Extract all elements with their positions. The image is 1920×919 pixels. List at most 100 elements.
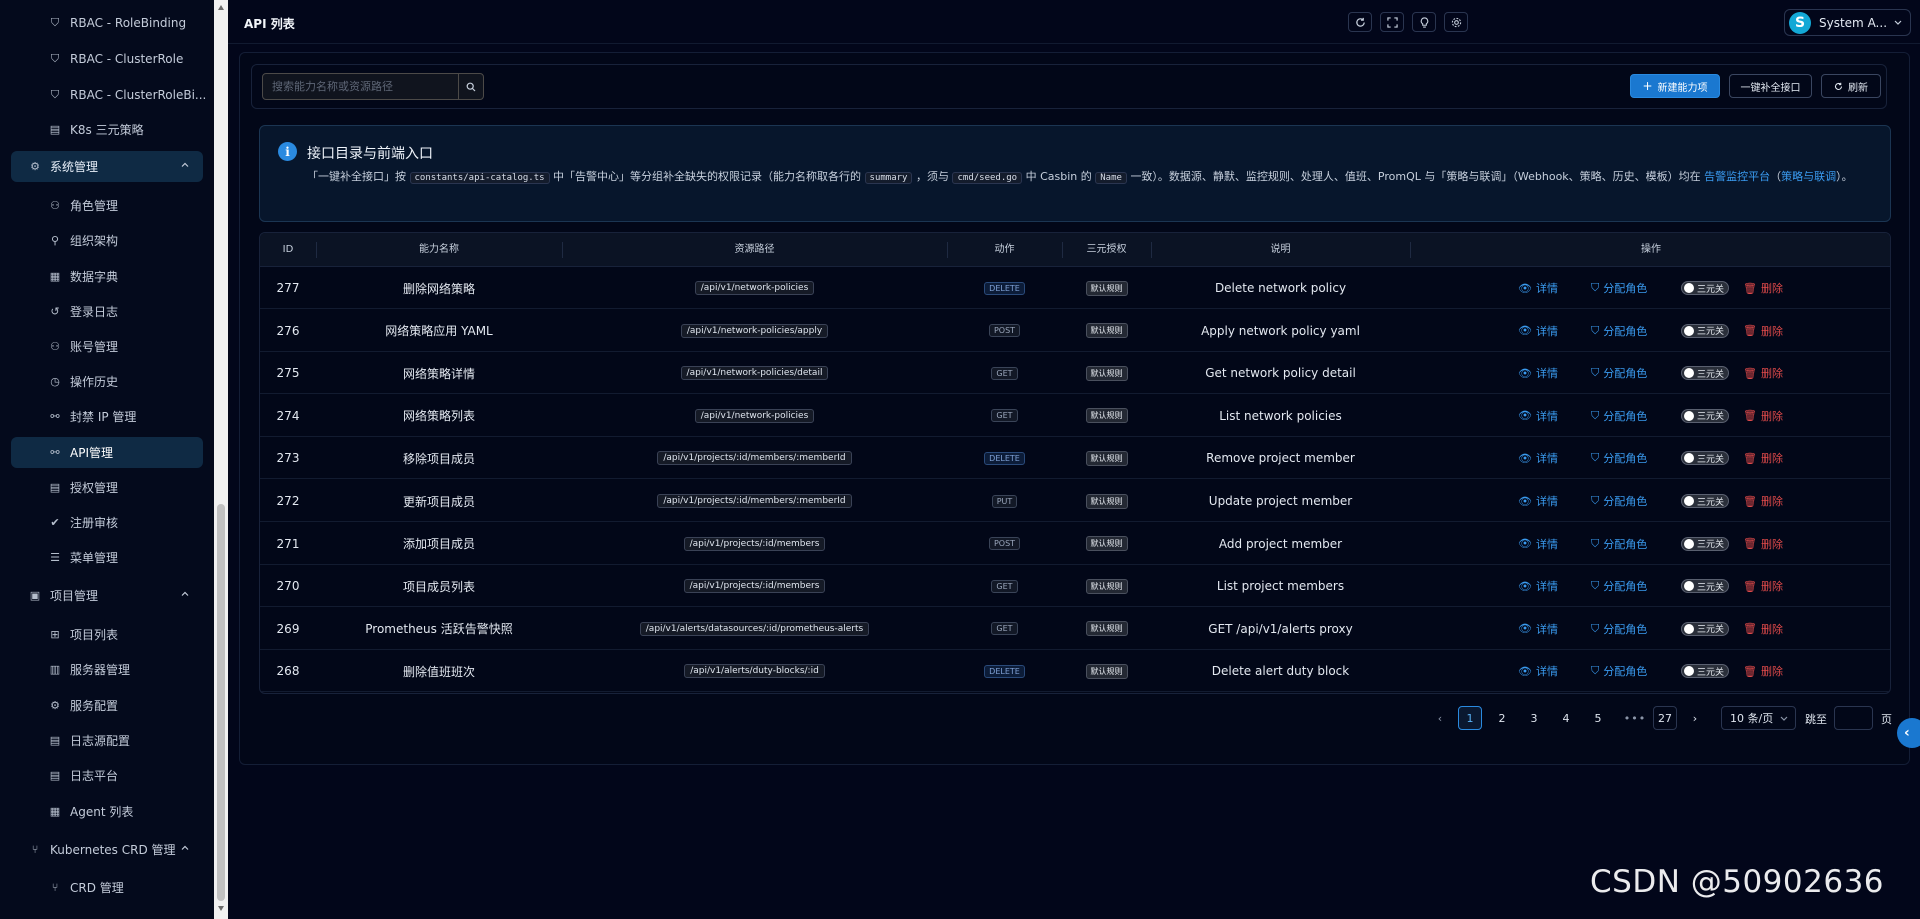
delete-link[interactable]: 🗑 删除: [1743, 663, 1783, 679]
sidebar-item-7[interactable]: ▦ 数据字典: [11, 261, 203, 292]
chevron-up-icon[interactable]: [181, 590, 189, 598]
delete-link[interactable]: 🗑 删除: [1743, 621, 1783, 637]
assign-role-link[interactable]: ⛉ 分配角色: [1591, 536, 1647, 552]
sidebar-item-22[interactable]: ▦ Agent 列表: [11, 796, 203, 827]
sidebar-item-4[interactable]: ⚙ 系统管理: [11, 151, 203, 182]
detail-link[interactable]: 👁 详情: [1518, 493, 1558, 509]
page-number[interactable]: 2: [1490, 706, 1514, 730]
triple-auth-toggle[interactable]: 三元关: [1681, 281, 1729, 295]
detail-link[interactable]: 👁 详情: [1518, 578, 1558, 594]
sidebar-item-8[interactable]: ↺ 登录日志: [11, 296, 203, 327]
sidebar-item-12[interactable]: ⚯ API管理: [11, 437, 203, 468]
delete-link[interactable]: 🗑 删除: [1743, 578, 1783, 594]
sidebar-item-5[interactable]: ⚇ 角色管理: [11, 190, 203, 221]
assign-role-link[interactable]: ⛉ 分配角色: [1591, 408, 1647, 424]
assign-role-link[interactable]: ⛉ 分配角色: [1591, 323, 1647, 339]
sidebar-item-23[interactable]: ⑂ Kubernetes CRD 管理: [11, 834, 203, 865]
lightbulb-icon[interactable]: [1412, 12, 1436, 32]
page-number[interactable]: 4: [1554, 706, 1578, 730]
detail-link[interactable]: 👁 详情: [1518, 365, 1558, 381]
sidebar-item-20[interactable]: ▤ 日志源配置: [11, 725, 203, 756]
scroll-down-arrow-icon[interactable]: [218, 906, 224, 911]
sidebar-item-11[interactable]: ⚯ 封禁 IP 管理: [11, 401, 203, 432]
policy-debug-link[interactable]: 策略与联调: [1781, 170, 1836, 183]
triple-auth-toggle[interactable]: 三元关: [1681, 451, 1729, 466]
alert-platform-link[interactable]: 告警监控平台: [1704, 170, 1770, 183]
cell-id: 269: [276, 621, 300, 636]
triple-auth-toggle[interactable]: 三元关: [1681, 621, 1729, 636]
detail-link[interactable]: 👁 详情: [1518, 280, 1558, 296]
sidebar-item-13[interactable]: ▤ 授权管理: [11, 472, 203, 503]
assign-role-link[interactable]: ⛉ 分配角色: [1591, 663, 1647, 679]
scroll-up-arrow-icon[interactable]: [218, 5, 224, 10]
assign-role-link[interactable]: ⛉ 分配角色: [1591, 493, 1647, 509]
pagination-ellipsis[interactable]: •••: [1623, 706, 1647, 730]
sidebar-item-9[interactable]: ⚇ 账号管理: [11, 331, 203, 362]
sidebar-item-19[interactable]: ⚙ 服务配置: [11, 690, 203, 721]
detail-link[interactable]: 👁 详情: [1518, 323, 1558, 339]
collapse-panel-button[interactable]: ‹: [1897, 718, 1920, 748]
triple-auth-toggle[interactable]: 三元关: [1681, 579, 1729, 594]
delete-link[interactable]: 🗑 删除: [1743, 280, 1783, 296]
assign-role-link[interactable]: ⛉ 分配角色: [1591, 450, 1647, 466]
assign-role-link[interactable]: ⛉ 分配角色: [1591, 365, 1647, 381]
user-menu[interactable]: S System A...: [1784, 9, 1911, 36]
fullscreen-icon[interactable]: [1380, 12, 1404, 32]
detail-link[interactable]: 👁 详情: [1518, 450, 1558, 466]
jump-page-input[interactable]: [1834, 706, 1873, 730]
triple-auth-toggle[interactable]: 三元关: [1681, 366, 1729, 381]
sidebar-item-24[interactable]: ⑂ CRD 管理: [11, 872, 203, 903]
assign-role-link[interactable]: ⛉ 分配角色: [1591, 280, 1647, 296]
delete-link[interactable]: 🗑 删除: [1743, 493, 1783, 509]
rule-badge: 默认规则: [1085, 365, 1128, 381]
detail-link[interactable]: 👁 详情: [1518, 663, 1558, 679]
page-number[interactable]: 5: [1586, 706, 1610, 730]
cell-path: /api/v1/network-policies/apply: [562, 310, 947, 352]
settings-gear-icon[interactable]: [1444, 12, 1468, 32]
sidebar-item-18[interactable]: ▥ 服务器管理: [11, 654, 203, 685]
detail-link[interactable]: 👁 详情: [1518, 536, 1558, 552]
sidebar-item-16[interactable]: ▣ 项目管理: [11, 580, 203, 611]
sidebar-item-21[interactable]: ▤ 日志平台: [11, 760, 203, 791]
delete-link[interactable]: 🗑 删除: [1743, 450, 1783, 466]
sidebar-scrollbar-thumb[interactable]: [217, 504, 225, 901]
page-number[interactable]: 3: [1522, 706, 1546, 730]
triple-auth-toggle[interactable]: 三元关: [1681, 536, 1729, 551]
chevron-up-icon[interactable]: [181, 161, 189, 169]
page-number[interactable]: 1: [1458, 706, 1482, 730]
delete-link[interactable]: 🗑 删除: [1743, 323, 1783, 339]
refresh-icon[interactable]: [1348, 12, 1372, 32]
assign-role-link[interactable]: ⛉ 分配角色: [1591, 621, 1647, 637]
sidebar-item-2[interactable]: ⛉ RBAC - ClusterRoleBi...: [11, 79, 207, 110]
triple-auth-toggle[interactable]: 三元关: [1681, 323, 1729, 338]
sidebar-item-0[interactable]: ⛉ RBAC - RoleBinding: [11, 7, 203, 38]
info-text-part: ）。: [1836, 170, 1853, 183]
sidebar-item-10[interactable]: ◷ 操作历史: [11, 366, 203, 397]
prev-page-icon[interactable]: ‹: [1430, 706, 1450, 730]
search-input[interactable]: [263, 74, 459, 99]
sidebar-item-3[interactable]: ▤ K8s 三元策略: [11, 114, 203, 145]
next-page-icon[interactable]: ›: [1685, 706, 1705, 730]
sidebar-item-14[interactable]: ✔ 注册审核: [11, 507, 203, 538]
chevron-up-icon[interactable]: [181, 844, 189, 852]
sidebar-item-label: 项目列表: [70, 628, 119, 642]
new-capability-button[interactable]: + 新建能力项: [1630, 74, 1720, 98]
detail-link[interactable]: 👁 详情: [1518, 408, 1558, 424]
sidebar-item-6[interactable]: ⚲ 组织架构: [11, 225, 203, 256]
page-size-select[interactable]: 10 条/页: [1721, 706, 1796, 730]
sidebar-item-1[interactable]: ⛉ RBAC - ClusterRole: [11, 43, 203, 74]
refresh-button[interactable]: 刷新: [1821, 74, 1881, 98]
sidebar-item-15[interactable]: ☰ 菜单管理: [11, 542, 203, 573]
delete-link[interactable]: 🗑 删除: [1743, 536, 1783, 552]
triple-auth-toggle[interactable]: 三元关: [1681, 664, 1729, 679]
detail-link[interactable]: 👁 详情: [1518, 621, 1558, 637]
delete-link[interactable]: 🗑 删除: [1743, 365, 1783, 381]
assign-role-link[interactable]: ⛉ 分配角色: [1591, 578, 1647, 594]
delete-link[interactable]: 🗑 删除: [1743, 408, 1783, 424]
sidebar-item-17[interactable]: ⊞ 项目列表: [11, 619, 203, 650]
triple-auth-toggle[interactable]: 三元关: [1681, 494, 1729, 508]
page-last[interactable]: 27: [1653, 706, 1677, 730]
fill-interfaces-button[interactable]: 一键补全接口: [1729, 74, 1812, 98]
triple-auth-toggle[interactable]: 三元关: [1681, 408, 1729, 423]
search-button[interactable]: [458, 74, 483, 99]
